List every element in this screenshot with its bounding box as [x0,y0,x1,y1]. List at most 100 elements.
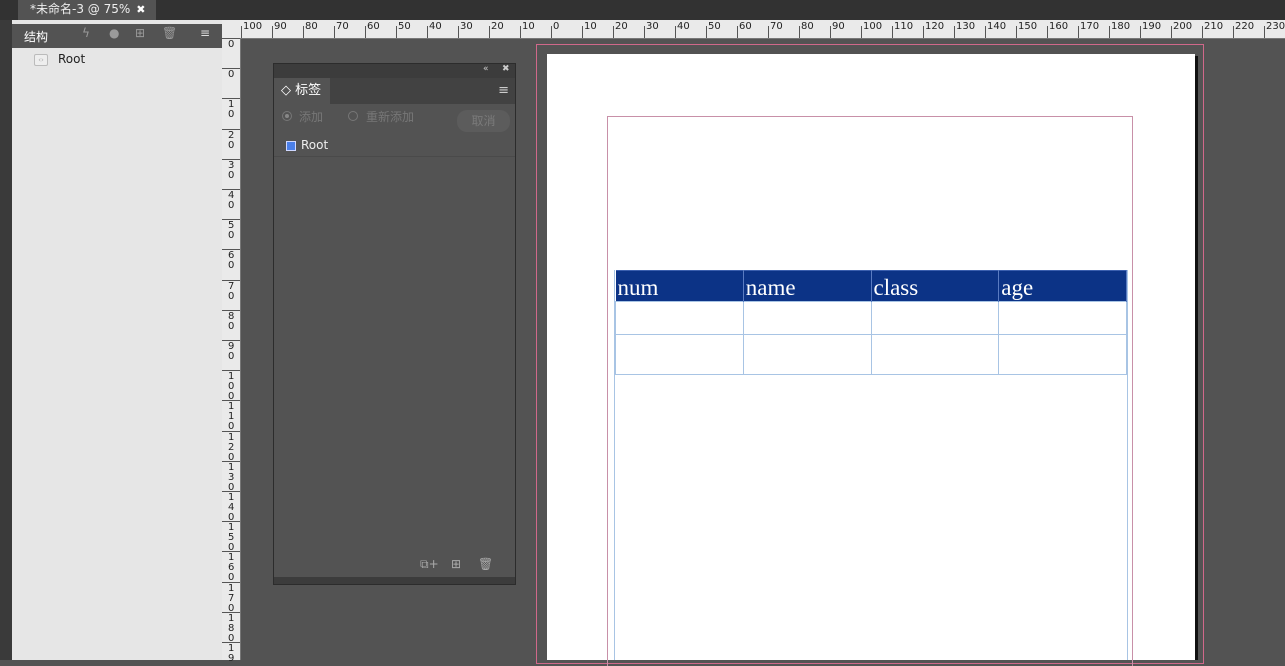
ruler-tick [582,26,583,38]
ruler-label: 70 [770,21,783,32]
table-cell[interactable] [742,334,872,375]
ruler-tick [427,26,428,38]
ruler-label: 80 [228,310,235,332]
plus-box-icon[interactable]: ⊞ [135,26,145,40]
ruler-tick [861,26,862,38]
add-radio-label: 添加 [299,110,324,124]
document-tab-title: *未命名-3 @ 75% [30,2,131,16]
lightning-icon[interactable]: ϟ [82,26,90,40]
ruler-tick [1233,26,1234,38]
ruler-label: 10 [584,21,597,32]
ruler-tick [272,26,273,38]
ruler-label: 150 [1018,21,1038,32]
panel-menu-icon[interactable]: ≡ [498,83,509,98]
vertical-ruler[interactable]: 0 0 10 20 30 40 50 60 70 80 90 10011012013014015016… [222,38,241,664]
tags-panel-tabrow: ◇ 标签 ≡ [274,78,515,104]
dot-icon[interactable]: ● [109,26,119,40]
table-cell[interactable] [615,334,744,375]
ruler-label: 0 [553,21,560,32]
ruler-label: 20 [615,21,628,32]
tags-options-row: 添加 重新添加 取消 [274,107,515,133]
ruler-label: 170 [1080,21,1100,32]
ruler-label: 210 [1204,21,1224,32]
tags-panel-titlebar[interactable]: « ✖ [274,64,515,78]
ruler-label: 200 [1173,21,1193,32]
ruler-tick [303,26,304,38]
ruler-label: 100 [228,371,235,403]
structure-root-label: Root [58,52,86,66]
cancel-button[interactable]: 取消 [457,110,510,132]
data-table[interactable]: num name class age [615,270,1127,375]
ruler-tick [892,26,893,38]
ruler-tick [706,26,707,38]
structure-root-item[interactable]: ‹› Root [34,52,85,68]
ruler-label: 220 [1235,21,1255,32]
panel-resize-grip[interactable] [274,577,515,584]
ruler-label: 90 [274,21,287,32]
ruler-label: 190 [1142,21,1162,32]
horizontal-ruler[interactable]: 100 90 80 70 60 50 40 30 20 10 0 10 20 30 40 50 60 70 80 90… [240,20,1285,39]
header-cell-num[interactable]: num [615,270,744,302]
tag-list-item-root[interactable]: Root [274,136,515,157]
header-cell-class[interactable]: class [871,270,1000,302]
ruler-tick [489,26,490,38]
ruler-tick [768,26,769,38]
autotag-icon[interactable]: ⧉+ [420,557,439,572]
ruler-label: 20 [228,129,235,151]
menu-icon[interactable]: ≡ [200,26,210,40]
ruler-label: 50 [708,21,721,32]
table-cell[interactable] [742,301,872,335]
ruler-tick [1047,26,1048,38]
ruler-label: 60 [739,21,752,32]
ruler-tick [1171,26,1172,38]
readd-radio-label: 重新添加 [366,110,415,124]
ruler-tick [1078,26,1079,38]
collapse-panel-icon[interactable]: « [483,64,489,74]
ruler-label: 0 [228,69,235,81]
new-tag-icon[interactable]: ⊞ [451,557,461,571]
table-cell[interactable] [870,301,1000,335]
ruler-label: 80 [305,21,318,32]
ruler-label: 160 [228,552,235,584]
ruler-label: 50 [228,220,235,242]
ruler-tick [334,26,335,38]
ruler-label: 70 [336,21,349,32]
close-panel-icon[interactable]: ✖ [502,64,510,74]
ruler-tick [985,26,986,38]
table-cell[interactable] [615,301,744,335]
ruler-label: 100 [243,21,263,32]
add-radio[interactable] [282,111,292,121]
delete-tag-icon[interactable]: 🗑 [478,557,493,571]
document-tab[interactable]: *未命名-3 @ 75% ✖ [18,0,156,20]
table-row [615,334,1127,375]
header-cell-name[interactable]: name [743,270,872,302]
ruler-label: 60 [228,250,235,272]
ruler-label: 140 [987,21,1007,32]
table-cell[interactable] [998,301,1127,335]
ruler-origin[interactable] [222,20,240,38]
close-tab-icon[interactable]: ✖ [136,3,145,16]
structure-panel-header: 结构 ϟ ● ⊞ 🗑 ≡ [12,24,222,48]
element-tag-icon: ‹› [34,53,48,66]
header-cell-age[interactable]: age [998,270,1127,302]
table-header-row: num name class age [615,270,1127,302]
ruler-tick [396,26,397,38]
tag-color-swatch [286,141,296,151]
tags-panel: « ✖ ◇ 标签 ≡ 添加 重新添加 取消 Root ⧉+ ⊞ 🗑 [273,63,516,585]
document-tab-bar: *未命名-3 @ 75% ✖ [0,0,1285,20]
ruler-label: 40 [677,21,690,32]
ruler-label: 60 [367,21,380,32]
ruler-label: 120 [925,21,945,32]
ruler-tick [458,26,459,38]
ruler-label: 80 [801,21,814,32]
table-cell[interactable] [998,334,1127,375]
trash-icon[interactable]: 🗑 [162,26,177,40]
ruler-label: 180 [1111,21,1131,32]
tab-tags[interactable]: ◇ 标签 [274,78,330,104]
ruler-label: 140 [228,492,235,523]
readd-radio[interactable] [348,111,358,121]
ruler-tick [799,26,800,38]
ruler-label: 0 [228,39,235,50]
structure-panel-title: 结构 [24,30,49,44]
table-cell[interactable] [870,334,1000,375]
